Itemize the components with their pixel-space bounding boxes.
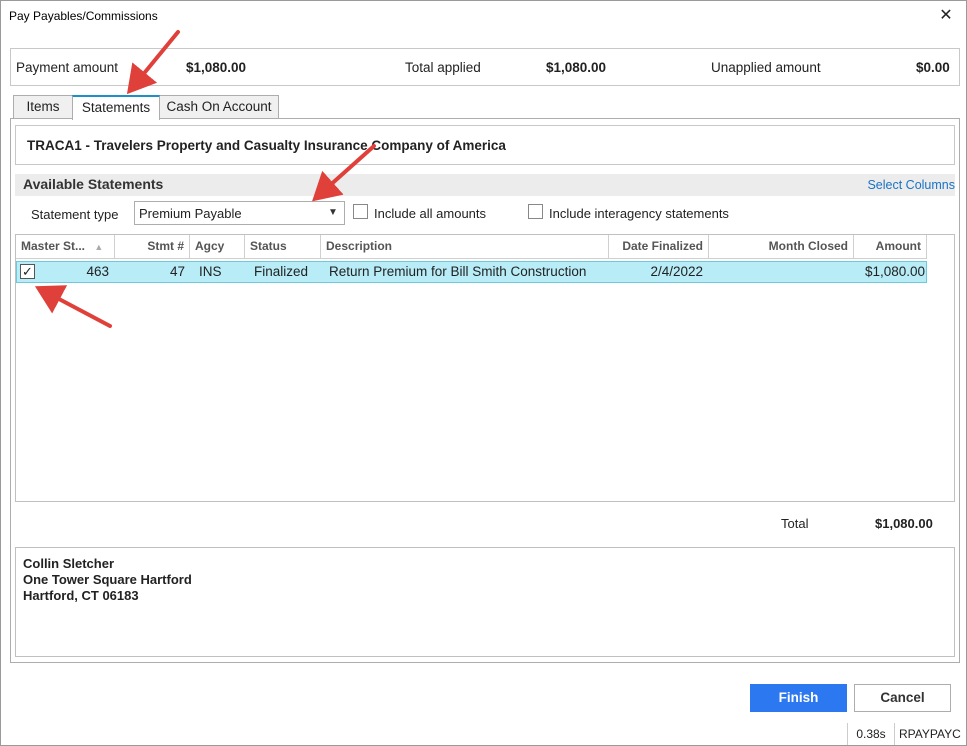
filter-row: Statement type Premium Payable ▼ Include…: [15, 201, 955, 227]
chevron-down-icon[interactable]: ▼: [322, 202, 344, 224]
cell-agcy: INS: [199, 264, 222, 279]
unapplied-amount-label: Unapplied amount: [711, 60, 821, 75]
total-label: Total: [781, 516, 809, 531]
close-icon[interactable]: ✕: [932, 3, 960, 29]
cell-master: 463: [86, 264, 109, 279]
col-master-statement-label: Master St...: [21, 239, 86, 253]
section-title: Available Statements: [23, 176, 164, 192]
address-street: One Tower Square Hartford: [23, 572, 192, 587]
total-value: $1,080.00: [875, 516, 933, 531]
cell-date-finalized: 2/4/2022: [650, 264, 703, 279]
title-bar: Pay Payables/Commissions ✕: [1, 1, 966, 33]
payment-amount-label: Payment amount: [16, 60, 119, 75]
cell-description: Return Premium for Bill Smith Constructi…: [329, 264, 587, 279]
statements-panel: TRACA1 - Travelers Property and Casualty…: [10, 118, 960, 663]
col-stmt-number[interactable]: Stmt #: [115, 235, 190, 259]
statement-type-value: Premium Payable: [139, 206, 242, 221]
include-interagency-checkbox[interactable]: [528, 204, 543, 219]
table-row[interactable]: ✓ 463 47 INS Finalized Return Premium fo…: [16, 261, 927, 283]
tab-cash-on-account[interactable]: Cash On Account: [159, 95, 279, 119]
available-statements-header: Available Statements Select Columns: [15, 174, 955, 196]
statement-type-select[interactable]: Premium Payable ▼: [134, 201, 345, 225]
col-month-closed[interactable]: Month Closed: [709, 235, 854, 259]
col-description[interactable]: Description: [321, 235, 609, 259]
tab-statements[interactable]: Statements: [72, 95, 160, 120]
total-applied-label: Total applied: [405, 60, 481, 75]
col-master-statement[interactable]: Master St... ▲: [16, 235, 115, 259]
address-box: Collin Sletcher One Tower Square Hartfor…: [15, 547, 955, 657]
col-date-finalized[interactable]: Date Finalized: [609, 235, 709, 259]
status-elapsed-time: 0.38s: [847, 723, 895, 745]
cancel-button[interactable]: Cancel: [854, 684, 951, 712]
tab-items[interactable]: Items: [13, 95, 73, 119]
payment-amount-value: $1,080.00: [186, 60, 247, 75]
cell-amount: $1,080.00: [864, 264, 925, 279]
sort-ascending-icon: ▲: [94, 242, 104, 252]
cell-month-closed: [710, 264, 848, 282]
cell-stmt: 47: [169, 264, 185, 279]
unapplied-amount-value: $0.00: [916, 60, 950, 75]
company-name: TRACA1 - Travelers Property and Casualty…: [27, 138, 506, 153]
col-status[interactable]: Status: [245, 235, 321, 259]
statements-grid: Master St... ▲ Stmt # Agcy Status Descri…: [15, 234, 955, 502]
cell-status: Finalized: [254, 264, 309, 279]
include-all-amounts-checkbox[interactable]: [353, 204, 368, 219]
col-agcy[interactable]: Agcy: [190, 235, 245, 259]
row-select-checkbox[interactable]: ✓: [20, 264, 35, 279]
statement-type-label: Statement type: [31, 207, 119, 222]
select-columns-link[interactable]: Select Columns: [867, 178, 955, 192]
window-title: Pay Payables/Commissions: [9, 9, 158, 23]
dialog-window: Pay Payables/Commissions ✕ Payment amoun…: [0, 0, 967, 746]
include-interagency-label: Include interagency statements: [549, 206, 729, 221]
finish-button[interactable]: Finish: [750, 684, 847, 712]
total-applied-value: $1,080.00: [546, 60, 607, 75]
include-all-amounts-label: Include all amounts: [374, 206, 487, 221]
col-amount[interactable]: Amount: [854, 235, 927, 259]
payment-summary: Payment amount $1,080.00 Total applied $…: [10, 48, 960, 86]
address-name: Collin Sletcher: [23, 556, 115, 571]
status-program-code: RPAYPAYC: [899, 727, 961, 741]
grid-header: Master St... ▲ Stmt # Agcy Status Descri…: [16, 235, 927, 259]
company-box: TRACA1 - Travelers Property and Casualty…: [15, 125, 955, 165]
address-city: Hartford, CT 06183: [23, 588, 139, 603]
